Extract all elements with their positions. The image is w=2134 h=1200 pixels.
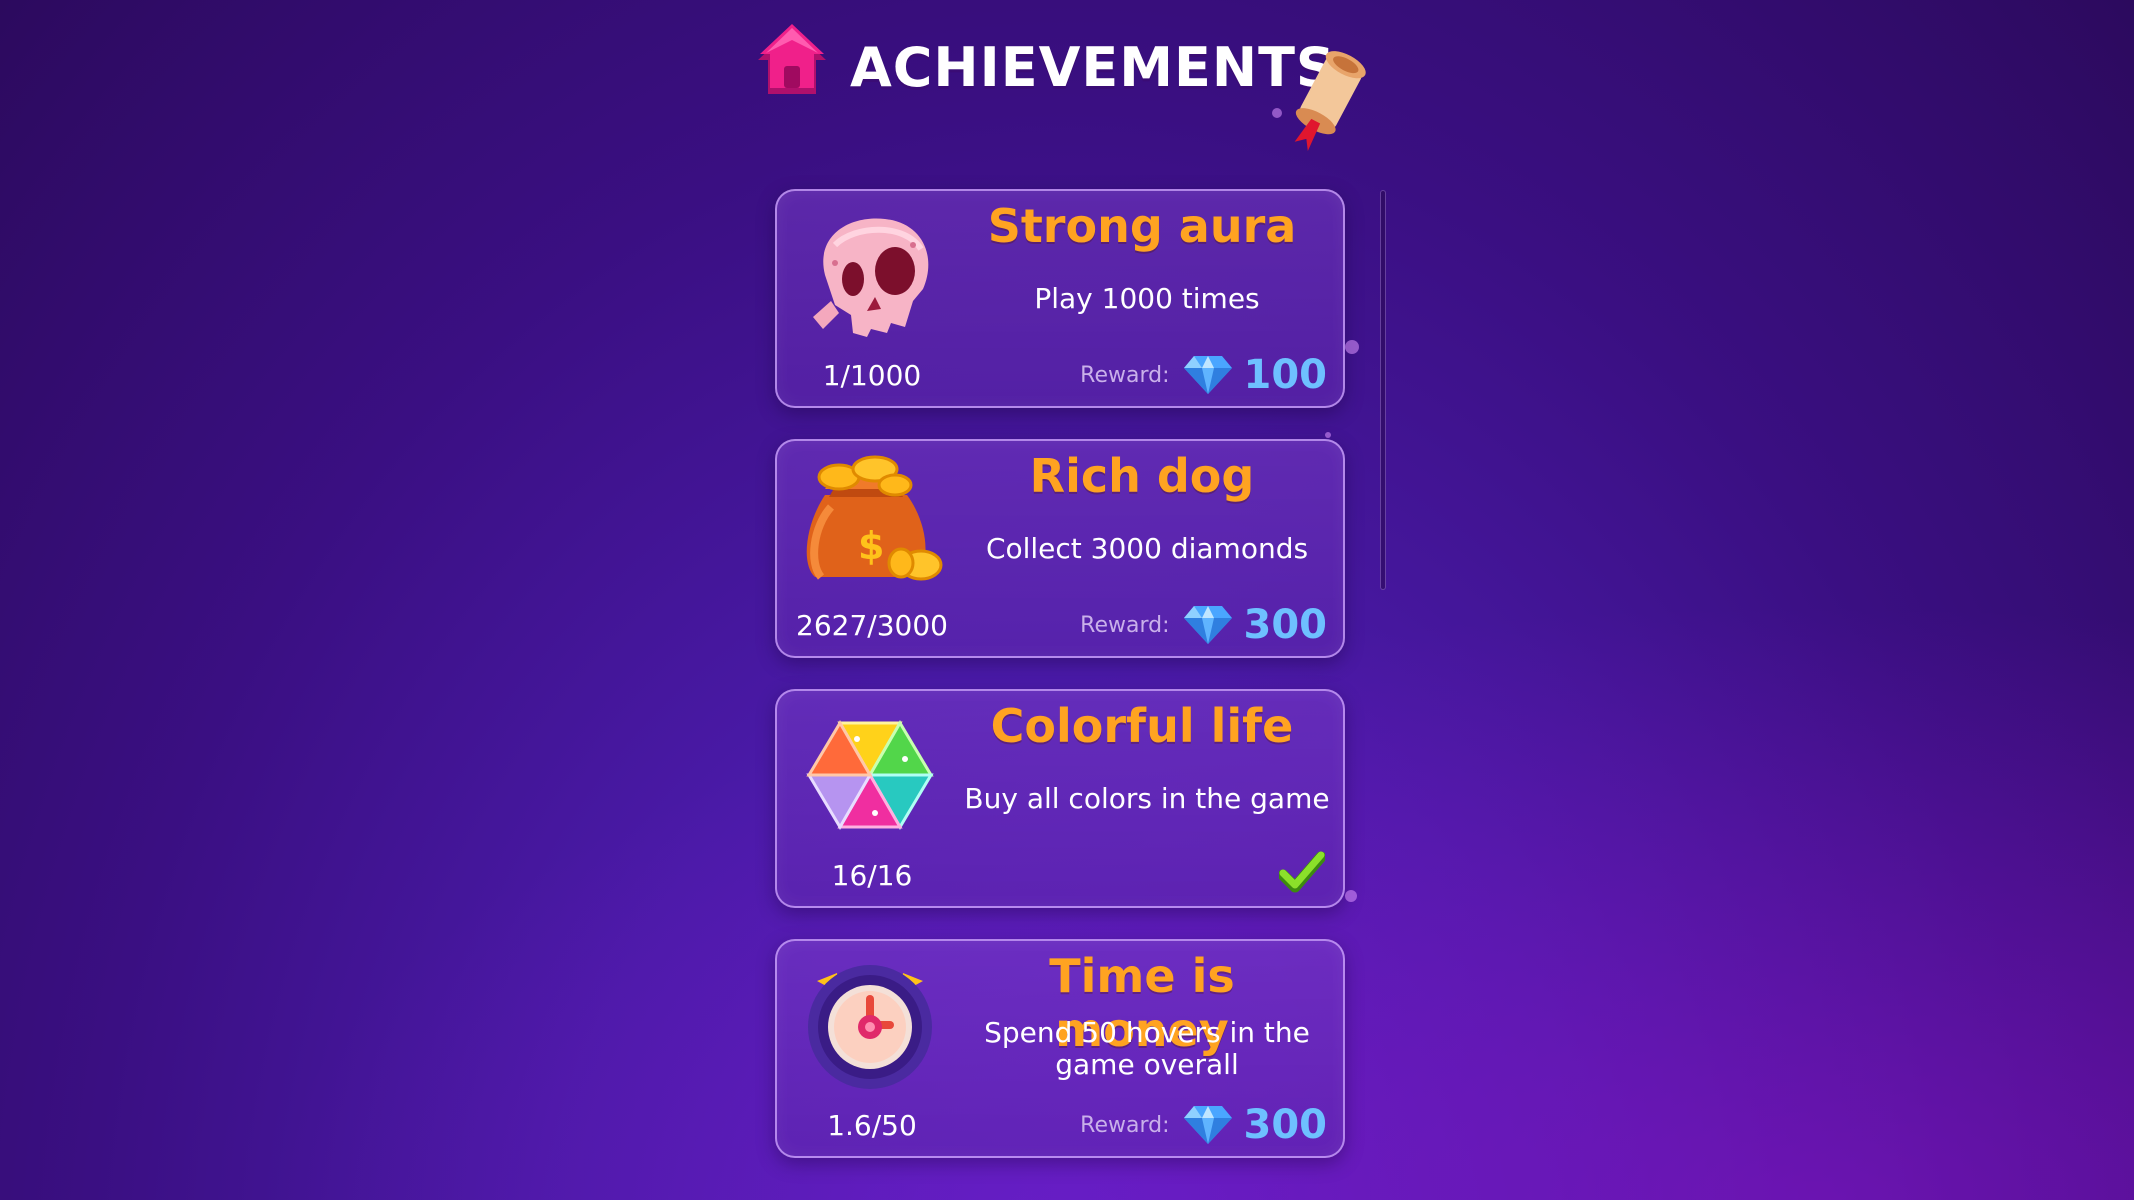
reward-value: 100 <box>1243 352 1328 398</box>
reward-label: Reward: <box>1080 362 1170 388</box>
achievement-card-rich-dog: $ 2627/3000 Rich dog Collect 3000 diamon… <box>775 439 1345 658</box>
reward-label: Reward: <box>1080 1112 1170 1138</box>
alarm-clock-icon <box>795 955 945 1095</box>
reward-label: Reward: <box>1080 612 1170 638</box>
skull-icon <box>795 205 945 345</box>
sparkle <box>1345 340 1359 354</box>
achievement-progress: 1.6/50 <box>827 1109 917 1142</box>
colorful-gems-icon <box>795 705 945 845</box>
diamond-icon <box>1183 1106 1232 1144</box>
achievement-description: Play 1000 times <box>1034 282 1260 315</box>
achievement-reward: Reward: 100 <box>1080 349 1327 401</box>
achievement-title: Rich dog <box>1029 449 1255 503</box>
achievement-title: Colorful life <box>990 699 1294 753</box>
scroll-icon <box>1282 40 1372 170</box>
achievement-progress: 1/1000 <box>822 359 922 392</box>
achievement-description: Spend 50 hovers in the game overall <box>984 1016 1310 1081</box>
reward-value: 300 <box>1243 602 1328 648</box>
svg-text:$: $ <box>858 524 884 568</box>
scrollbar[interactable] <box>1380 190 1386 590</box>
achievement-progress: 2627/3000 <box>796 609 948 642</box>
diamond-icon <box>1183 356 1232 394</box>
achievement-card-colorful-life: 16/16 Colorful life Buy all colors in th… <box>775 689 1345 908</box>
achievement-reward: Reward: 300 <box>1080 1099 1327 1151</box>
diamond-icon <box>1183 606 1232 644</box>
sparkle <box>1325 432 1331 438</box>
home-button[interactable] <box>752 22 832 102</box>
sparkle <box>1345 890 1357 902</box>
header: ACHIEVEMENTS <box>0 22 2134 151</box>
achievement-card-time-is-money: 1.6/50 Time is money Spend 50 hovers in … <box>775 939 1345 1158</box>
page-title: ACHIEVEMENTS <box>850 36 1336 99</box>
reward-value: 300 <box>1243 1102 1328 1148</box>
achievement-title: Strong aura <box>987 199 1297 253</box>
checkmark-icon <box>1279 851 1325 893</box>
achievement-progress: 16/16 <box>831 859 913 892</box>
achievement-description: Buy all colors in the game <box>964 782 1330 815</box>
money-bag-icon: $ <box>795 455 945 595</box>
achievement-reward: Reward: 300 <box>1080 599 1327 651</box>
sparkle <box>1272 108 1282 118</box>
home-icon <box>758 24 826 94</box>
achievement-card-strong-aura: 1/1000 Strong aura Play 1000 times Rewar… <box>775 189 1345 408</box>
achievement-description: Collect 3000 diamonds <box>985 532 1309 565</box>
